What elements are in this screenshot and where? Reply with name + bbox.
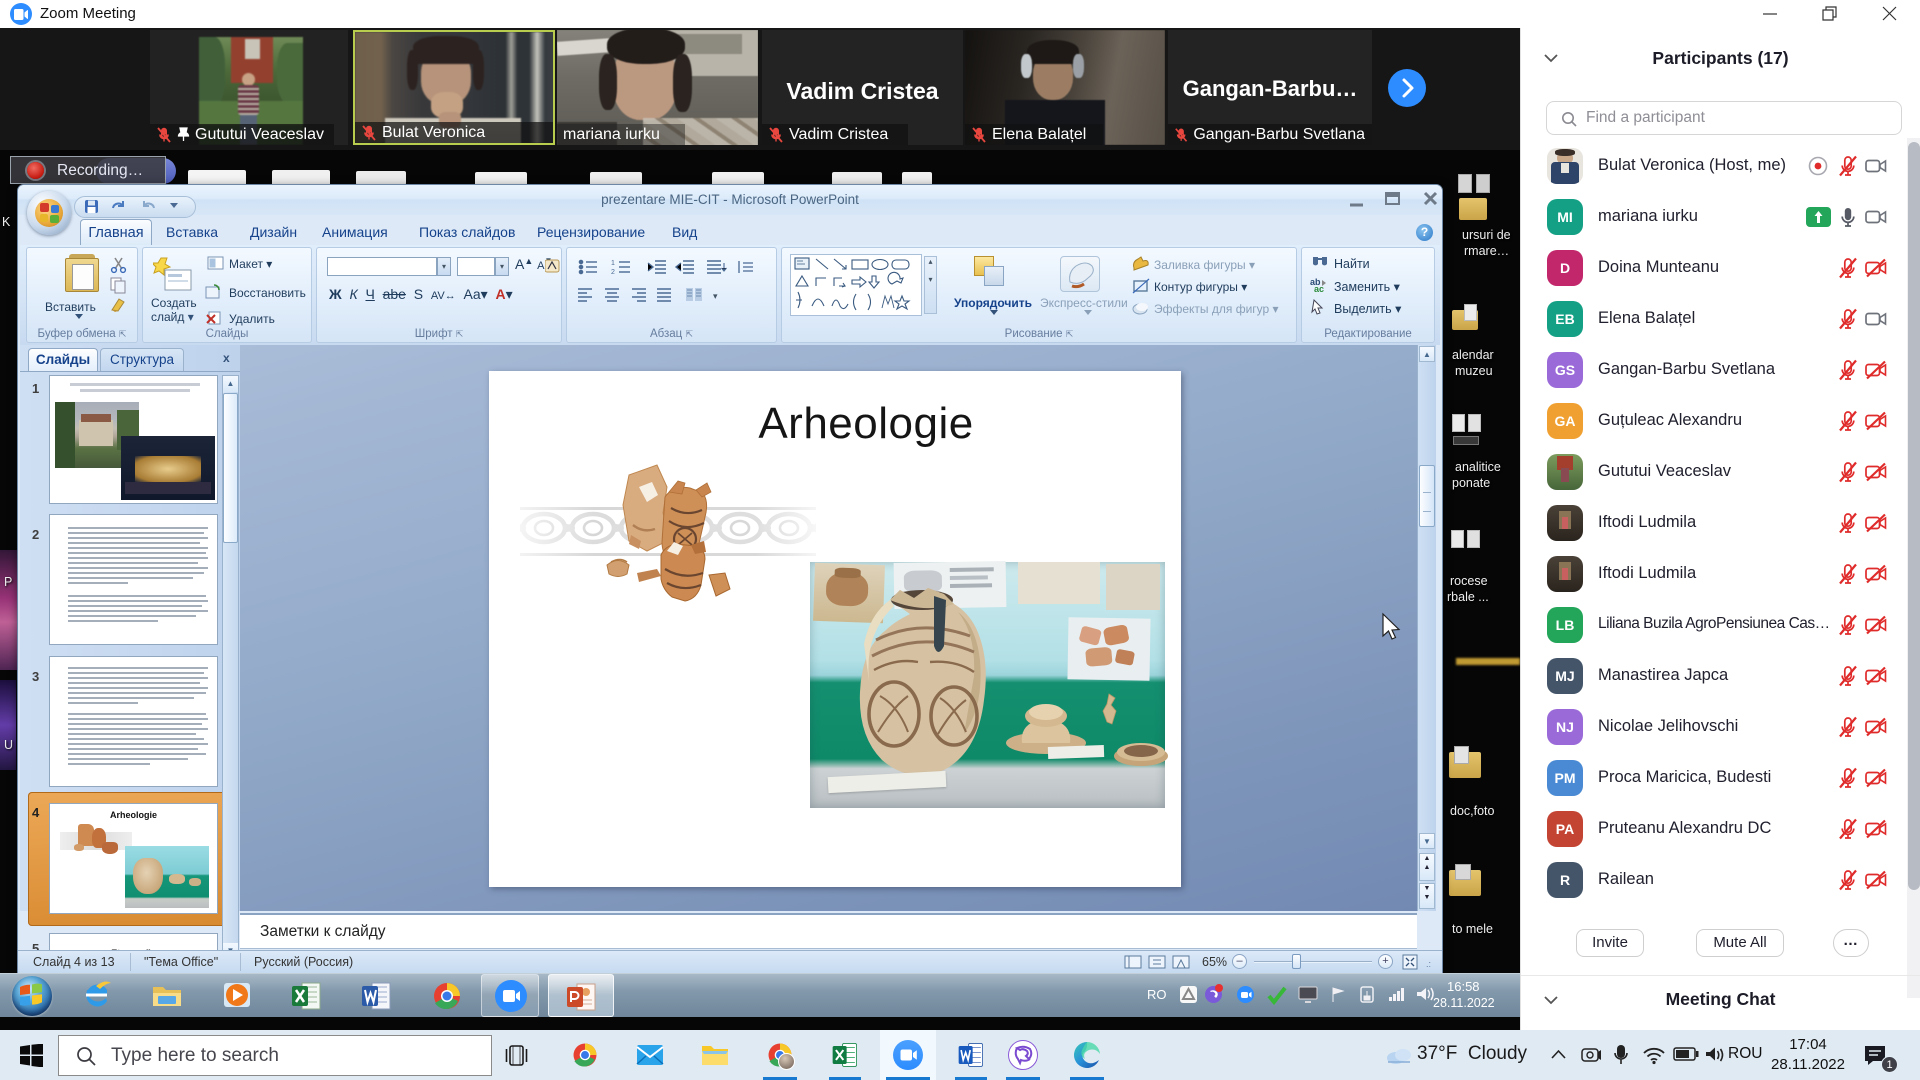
svg-text:2: 2	[611, 269, 615, 276]
svg-text:1: 1	[611, 260, 615, 267]
svg-text:▾: ▾	[713, 291, 718, 301]
